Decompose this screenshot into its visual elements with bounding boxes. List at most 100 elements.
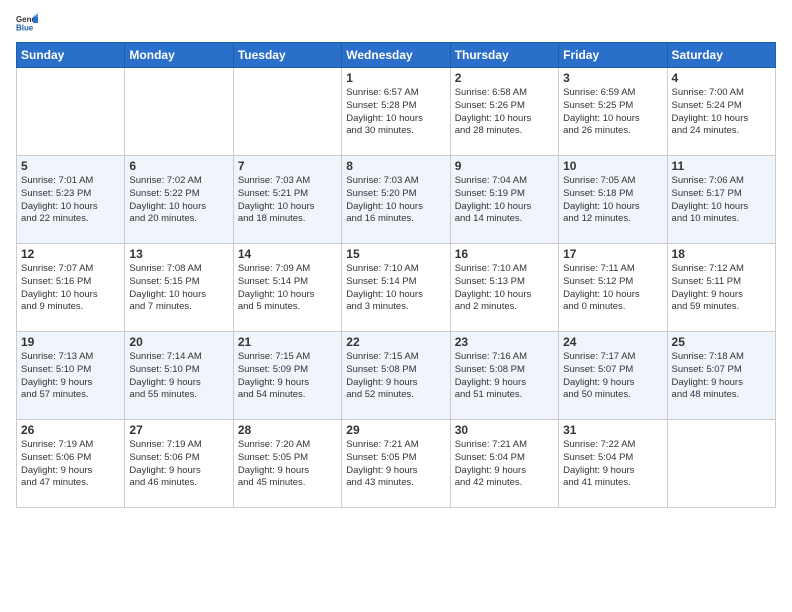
day-number: 27 xyxy=(129,423,228,437)
day-info: Sunrise: 7:04 AMSunset: 5:19 PMDaylight:… xyxy=(455,175,554,226)
calendar-cell: 4Sunrise: 7:00 AMSunset: 5:24 PMDaylight… xyxy=(667,68,775,156)
day-number: 20 xyxy=(129,335,228,349)
calendar-cell xyxy=(667,420,775,508)
calendar-week-2: 5 Sunrise: 7:01 AMSunset: 5:23 PMDaylight… xyxy=(17,156,776,244)
day-info: Sunrise: 7:10 AMSunset: 5:14 PMDaylight:… xyxy=(346,263,445,314)
calendar-cell: 29Sunrise: 7:21 AMSunset: 5:05 PMDayligh… xyxy=(342,420,450,508)
calendar-cell: 2Sunrise: 6:58 AMSunset: 5:26 PMDaylight… xyxy=(450,68,558,156)
day-info: Sunrise: 6:58 AMSunset: 5:26 PMDaylight:… xyxy=(455,87,554,138)
day-info: Sunrise: 7:18 AMSunset: 5:07 PMDaylight:… xyxy=(672,351,771,402)
day-number: 19 xyxy=(21,335,120,349)
day-number: 18 xyxy=(672,247,771,261)
day-info: Sunrise: 7:19 AMSunset: 5:06 PMDaylight:… xyxy=(21,439,120,490)
day-number: 22 xyxy=(346,335,445,349)
day-info: Sunrise: 7:14 AMSunset: 5:10 PMDaylight:… xyxy=(129,351,228,402)
calendar-cell: 5 Sunrise: 7:01 AMSunset: 5:23 PMDaylight… xyxy=(17,156,125,244)
day-info: Sunrise: 7:21 AMSunset: 5:05 PMDaylight:… xyxy=(346,439,445,490)
day-info: Sunrise: 7:09 AMSunset: 5:14 PMDaylight:… xyxy=(238,263,337,314)
day-number: 9 xyxy=(455,159,554,173)
day-info: Sunrise: 6:57 AMSunset: 5:28 PMDaylight:… xyxy=(346,87,445,138)
day-number: 3 xyxy=(563,71,662,85)
calendar-cell: 3 Sunrise: 6:59 AMSunset: 5:25 PMDaylight… xyxy=(559,68,667,156)
day-number: 12 xyxy=(21,247,120,261)
day-info: Sunrise: 7:02 AMSunset: 5:22 PMDaylight:… xyxy=(129,175,228,226)
day-info: Sunrise: 7:10 AMSunset: 5:13 PMDaylight:… xyxy=(455,263,554,314)
calendar-cell: 19Sunrise: 7:13 AMSunset: 5:10 PMDayligh… xyxy=(17,332,125,420)
day-number: 25 xyxy=(672,335,771,349)
calendar-cell: 1 Sunrise: 6:57 AMSunset: 5:28 PMDaylight… xyxy=(342,68,450,156)
day-number: 21 xyxy=(238,335,337,349)
page: General Blue SundayMondayTuesdayWednesda… xyxy=(0,0,792,612)
day-number: 13 xyxy=(129,247,228,261)
day-number: 31 xyxy=(563,423,662,437)
weekday-header-friday: Friday xyxy=(559,43,667,68)
day-info: Sunrise: 7:16 AMSunset: 5:08 PMDaylight:… xyxy=(455,351,554,402)
day-number: 26 xyxy=(21,423,120,437)
day-number: 10 xyxy=(563,159,662,173)
calendar-cell: 28 Sunrise: 7:20 AMSunset: 5:05 PMDayligh… xyxy=(233,420,341,508)
day-number: 28 xyxy=(238,423,337,437)
calendar-cell: 11 Sunrise: 7:06 AMSunset: 5:17 PMDayligh… xyxy=(667,156,775,244)
day-info: Sunrise: 7:07 AMSunset: 5:16 PMDaylight:… xyxy=(21,263,120,314)
day-info: Sunrise: 7:11 AMSunset: 5:12 PMDaylight:… xyxy=(563,263,662,314)
calendar-cell: 8 Sunrise: 7:03 AMSunset: 5:20 PMDaylight… xyxy=(342,156,450,244)
calendar-cell: 9 Sunrise: 7:04 AMSunset: 5:19 PMDaylight… xyxy=(450,156,558,244)
calendar-week-1: 1 Sunrise: 6:57 AMSunset: 5:28 PMDaylight… xyxy=(17,68,776,156)
weekday-header-monday: Monday xyxy=(125,43,233,68)
weekday-header-wednesday: Wednesday xyxy=(342,43,450,68)
calendar-cell: 12 Sunrise: 7:07 AMSunset: 5:16 PMDayligh… xyxy=(17,244,125,332)
calendar-cell: 15 Sunrise: 7:10 AMSunset: 5:14 PMDayligh… xyxy=(342,244,450,332)
day-info: Sunrise: 7:06 AMSunset: 5:17 PMDaylight:… xyxy=(672,175,771,226)
day-number: 4 xyxy=(672,71,771,85)
calendar-cell: 20 Sunrise: 7:14 AMSunset: 5:10 PMDayligh… xyxy=(125,332,233,420)
weekday-header-sunday: Sunday xyxy=(17,43,125,68)
day-info: Sunrise: 7:15 AMSunset: 5:08 PMDaylight:… xyxy=(346,351,445,402)
day-number: 6 xyxy=(129,159,228,173)
weekday-header-saturday: Saturday xyxy=(667,43,775,68)
calendar-cell: 16Sunrise: 7:10 AMSunset: 5:13 PMDayligh… xyxy=(450,244,558,332)
day-info: Sunrise: 7:20 AMSunset: 5:05 PMDaylight:… xyxy=(238,439,337,490)
day-number: 11 xyxy=(672,159,771,173)
day-info: Sunrise: 7:08 AMSunset: 5:15 PMDaylight:… xyxy=(129,263,228,314)
calendar-cell: 14 Sunrise: 7:09 AMSunset: 5:14 PMDayligh… xyxy=(233,244,341,332)
day-info: Sunrise: 7:12 AMSunset: 5:11 PMDaylight:… xyxy=(672,263,771,314)
weekday-header-thursday: Thursday xyxy=(450,43,558,68)
day-info: Sunrise: 6:59 AMSunset: 5:25 PMDaylight:… xyxy=(563,87,662,138)
weekday-header-row: SundayMondayTuesdayWednesdayThursdayFrid… xyxy=(17,43,776,68)
calendar-cell: 25 Sunrise: 7:18 AMSunset: 5:07 PMDayligh… xyxy=(667,332,775,420)
calendar-week-5: 26 Sunrise: 7:19 AMSunset: 5:06 PMDayligh… xyxy=(17,420,776,508)
calendar-cell xyxy=(17,68,125,156)
day-number: 24 xyxy=(563,335,662,349)
calendar-cell: 22 Sunrise: 7:15 AMSunset: 5:08 PMDayligh… xyxy=(342,332,450,420)
calendar: SundayMondayTuesdayWednesdayThursdayFrid… xyxy=(16,42,776,508)
svg-text:Blue: Blue xyxy=(16,23,34,32)
logo: General Blue xyxy=(16,12,42,34)
day-number: 15 xyxy=(346,247,445,261)
day-info: Sunrise: 7:01 AMSunset: 5:23 PMDaylight:… xyxy=(21,175,120,226)
calendar-cell: 7Sunrise: 7:03 AMSunset: 5:21 PMDaylight… xyxy=(233,156,341,244)
weekday-header-tuesday: Tuesday xyxy=(233,43,341,68)
calendar-cell: 31Sunrise: 7:22 AMSunset: 5:04 PMDayligh… xyxy=(559,420,667,508)
day-info: Sunrise: 7:05 AMSunset: 5:18 PMDaylight:… xyxy=(563,175,662,226)
calendar-cell: 10 Sunrise: 7:05 AMSunset: 5:18 PMDayligh… xyxy=(559,156,667,244)
calendar-cell: 13 Sunrise: 7:08 AMSunset: 5:15 PMDayligh… xyxy=(125,244,233,332)
day-info: Sunrise: 7:19 AMSunset: 5:06 PMDaylight:… xyxy=(129,439,228,490)
day-info: Sunrise: 7:03 AMSunset: 5:20 PMDaylight:… xyxy=(346,175,445,226)
calendar-week-4: 19Sunrise: 7:13 AMSunset: 5:10 PMDayligh… xyxy=(17,332,776,420)
day-number: 1 xyxy=(346,71,445,85)
calendar-week-3: 12 Sunrise: 7:07 AMSunset: 5:16 PMDayligh… xyxy=(17,244,776,332)
day-number: 7 xyxy=(238,159,337,173)
day-number: 8 xyxy=(346,159,445,173)
calendar-cell: 26 Sunrise: 7:19 AMSunset: 5:06 PMDayligh… xyxy=(17,420,125,508)
day-number: 5 xyxy=(21,159,120,173)
calendar-cell: 24Sunrise: 7:17 AMSunset: 5:07 PMDayligh… xyxy=(559,332,667,420)
calendar-cell xyxy=(233,68,341,156)
day-number: 14 xyxy=(238,247,337,261)
day-info: Sunrise: 7:21 AMSunset: 5:04 PMDaylight:… xyxy=(455,439,554,490)
day-info: Sunrise: 7:15 AMSunset: 5:09 PMDaylight:… xyxy=(238,351,337,402)
calendar-cell: 23 Sunrise: 7:16 AMSunset: 5:08 PMDayligh… xyxy=(450,332,558,420)
day-number: 23 xyxy=(455,335,554,349)
calendar-cell: 21 Sunrise: 7:15 AMSunset: 5:09 PMDayligh… xyxy=(233,332,341,420)
calendar-cell: 27 Sunrise: 7:19 AMSunset: 5:06 PMDayligh… xyxy=(125,420,233,508)
logo-icon: General Blue xyxy=(16,12,38,34)
